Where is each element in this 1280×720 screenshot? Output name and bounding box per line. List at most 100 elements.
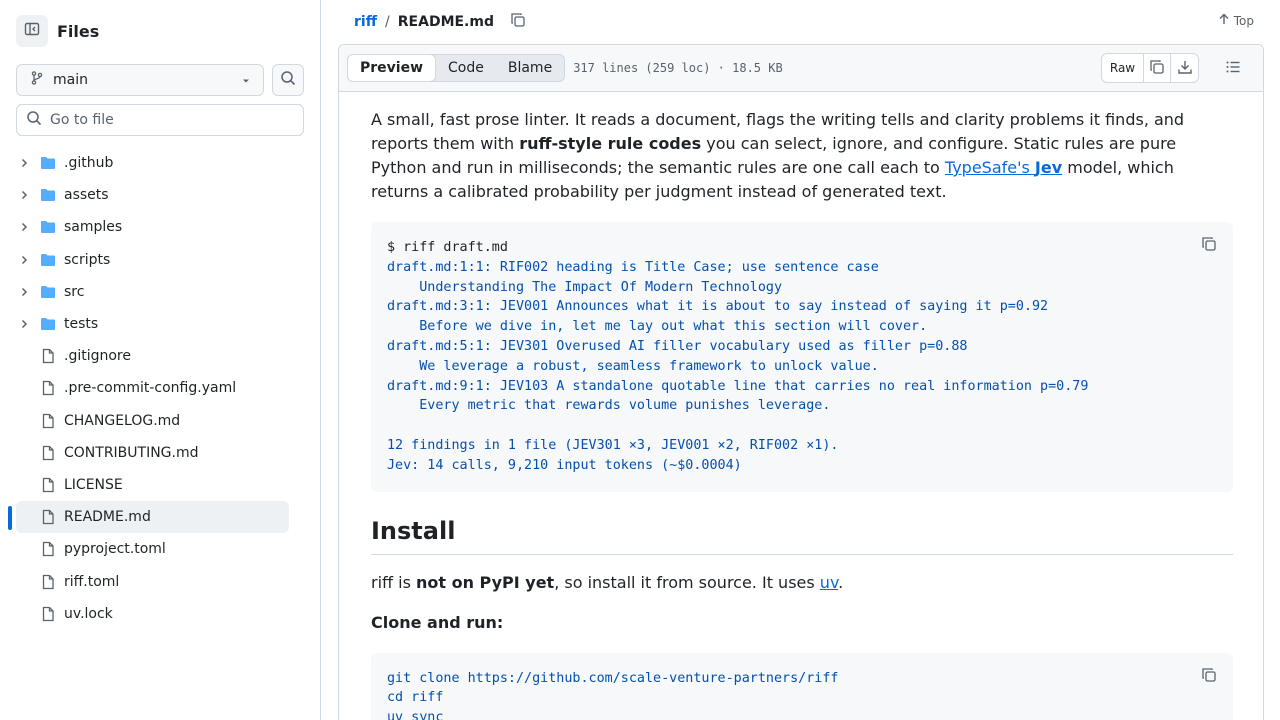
chevron-right-icon[interactable] <box>16 189 32 201</box>
tree-item-github[interactable]: .github <box>16 147 289 179</box>
breadcrumb: riff / README.md Top <box>338 0 1264 44</box>
chevron-right-icon[interactable] <box>16 254 32 266</box>
selected-indicator <box>8 506 12 530</box>
folder-icon <box>40 187 56 203</box>
tree-item-label: .gitignore <box>64 348 131 365</box>
tree-item-label: CHANGELOG.md <box>64 412 181 429</box>
intro-paragraph: A small, fast prose linter. It reads a d… <box>371 108 1233 204</box>
tree-item-label: pyproject.toml <box>64 541 166 558</box>
tree-item-uv-lock[interactable]: uv.lock <box>16 598 289 630</box>
go-to-file-input[interactable] <box>50 112 290 128</box>
file-actions-group: Raw <box>1101 53 1199 83</box>
tree-item-label: .github <box>64 155 114 172</box>
tree-item-gitignore[interactable]: .gitignore <box>16 340 289 372</box>
file-icon <box>40 541 56 557</box>
copy-raw-button[interactable] <box>1144 54 1171 82</box>
download-button[interactable] <box>1171 54 1198 82</box>
tree-item-label: samples <box>64 219 123 236</box>
collapse-sidebar-button[interactable] <box>16 15 48 47</box>
chevron-right-icon[interactable] <box>16 318 32 330</box>
file-icon <box>40 509 56 525</box>
tree-item-readme[interactable]: README.md <box>16 501 289 534</box>
breadcrumb-repo-link[interactable]: riff <box>354 14 377 30</box>
breadcrumb-file-name: README.md <box>397 14 494 30</box>
copy-code-button[interactable] <box>1199 667 1219 687</box>
install-heading: Install <box>371 516 1233 555</box>
arrow-up-icon <box>1218 13 1230 28</box>
link-text-bold: Jev <box>1034 158 1063 177</box>
chevron-right-icon[interactable] <box>16 157 32 169</box>
readme-content: A small, fast prose linter. It reads a d… <box>371 108 1233 720</box>
tree-item-label: tests <box>64 316 99 333</box>
file-icon <box>40 380 56 396</box>
code-output: draft.md:1:1: RIF002 heading is Title Ca… <box>387 259 1089 473</box>
raw-button[interactable]: Raw <box>1102 54 1144 82</box>
link-text: TypeSafe's <box>944 158 1035 177</box>
search-icon <box>280 70 296 90</box>
tree-item-label: CONTRIBUTING.md <box>64 444 199 461</box>
folder-icon <box>40 155 56 171</box>
file-icon <box>40 445 56 461</box>
branch-selector[interactable]: main <box>16 64 264 96</box>
tree-item-contributing[interactable]: CONTRIBUTING.md <box>16 437 289 469</box>
install-text: , so install it from source. It uses <box>554 572 820 592</box>
go-to-file-box[interactable] <box>16 104 304 136</box>
tree-item-assets[interactable]: assets <box>16 179 289 211</box>
folder-icon <box>40 219 56 235</box>
intro-bold: ruff-style rule codes <box>519 134 702 153</box>
folder-icon <box>40 252 56 268</box>
copy-icon <box>510 12 526 32</box>
copy-icon <box>1201 667 1217 687</box>
tree-item-label: src <box>64 283 85 300</box>
file-tree-sidebar: Files main .github assets <box>0 0 321 720</box>
file-icon <box>40 574 56 590</box>
copy-icon <box>1201 236 1217 256</box>
tab-code[interactable]: Code <box>436 54 496 82</box>
chevron-right-icon[interactable] <box>16 221 32 233</box>
top-label: Top <box>1233 13 1254 28</box>
tree-item-label: LICENSE <box>64 476 123 493</box>
file-icon <box>40 477 56 493</box>
sidebar-title: Files <box>57 21 100 41</box>
copy-path-button[interactable] <box>508 12 528 32</box>
back-to-top-link[interactable]: Top <box>1218 13 1254 28</box>
copy-code-button[interactable] <box>1199 236 1219 256</box>
search-files-button[interactable] <box>272 64 304 96</box>
install-text: riff is <box>371 572 416 592</box>
file-icon <box>40 348 56 364</box>
copy-icon <box>1149 59 1165 78</box>
file-icon <box>40 606 56 622</box>
download-icon <box>1177 59 1193 78</box>
tree-item-label: uv.lock <box>64 605 113 622</box>
breadcrumb-separator: / <box>385 14 390 30</box>
view-mode-tabs: Preview Code Blame <box>347 54 566 82</box>
list-unordered-icon <box>1225 59 1241 79</box>
tab-blame[interactable]: Blame <box>496 54 564 82</box>
uv-link[interactable]: uv <box>820 573 838 592</box>
code-example: $ riff draft.md draft.md:1:1: RIF002 hea… <box>387 238 1217 476</box>
code-block-example: $ riff draft.md draft.md:1:1: RIF002 hea… <box>371 222 1233 492</box>
tree-item-label: riff.toml <box>64 573 120 590</box>
tree-item-scripts[interactable]: scripts <box>16 244 289 276</box>
code-block-clone: git clone https://github.com/scale-ventu… <box>371 652 1233 720</box>
tree-item-pyproject[interactable]: pyproject.toml <box>16 533 289 565</box>
install-bold: not on PyPI yet <box>416 572 555 592</box>
sidebar-collapse-icon <box>24 21 40 41</box>
typesafe-jev-link[interactable]: TypeSafe's Jev <box>945 158 1062 177</box>
search-icon <box>26 110 42 130</box>
tree-item-label: .pre-commit-config.yaml <box>64 380 237 397</box>
chevron-right-icon[interactable] <box>16 286 32 298</box>
tree-item-pre-commit-config[interactable]: .pre-commit-config.yaml <box>16 372 289 404</box>
install-text: . <box>838 572 844 592</box>
tree-item-changelog[interactable]: CHANGELOG.md <box>16 405 289 437</box>
tree-item-tests[interactable]: tests <box>16 308 289 340</box>
outline-button[interactable] <box>1223 59 1243 79</box>
tree-item-license[interactable]: LICENSE <box>16 469 289 501</box>
git-branch-icon <box>29 70 45 90</box>
tree-item-riff-toml[interactable]: riff.toml <box>16 565 289 597</box>
tree-item-src[interactable]: src <box>16 276 289 308</box>
clone-heading: Clone and run: <box>371 612 504 632</box>
tab-preview[interactable]: Preview <box>347 54 437 82</box>
file-header: Preview Code Blame 317 lines (259 loc) ·… <box>339 45 1263 92</box>
tree-item-samples[interactable]: samples <box>16 211 289 243</box>
